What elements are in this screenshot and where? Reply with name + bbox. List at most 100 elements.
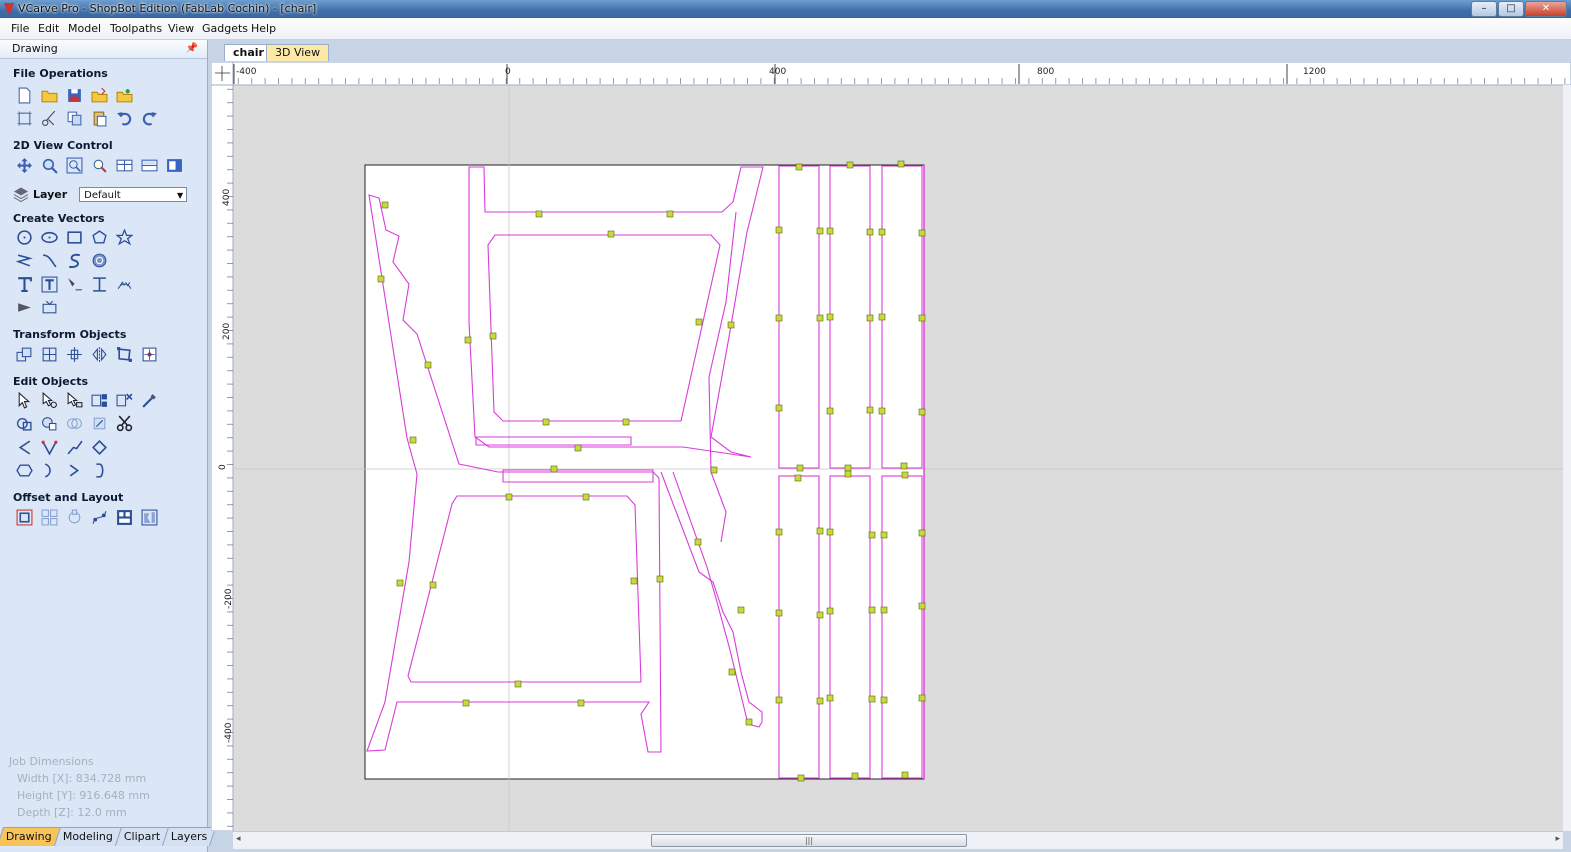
- circle-icon[interactable]: [13, 227, 35, 247]
- trim-icon[interactable]: [113, 413, 135, 433]
- intersect-icon[interactable]: [63, 413, 85, 433]
- menu-help[interactable]: Help: [251, 22, 276, 35]
- polygon-icon[interactable]: [88, 227, 110, 247]
- menu-view[interactable]: View: [168, 22, 194, 35]
- zoom-box-icon[interactable]: [63, 155, 85, 175]
- edit-line-icon[interactable]: [138, 390, 160, 410]
- scroll-right-icon[interactable]: ▸: [1555, 834, 1560, 844]
- save-icon[interactable]: [63, 85, 85, 105]
- zoom-icon[interactable]: [38, 155, 60, 175]
- import-vectors-icon[interactable]: [88, 85, 110, 105]
- tab-drawing[interactable]: Drawing: [0, 827, 61, 846]
- weld-icon[interactable]: [13, 413, 35, 433]
- split-view-icon[interactable]: [113, 155, 135, 175]
- star-icon[interactable]: [113, 227, 135, 247]
- ruler-x-label: 400: [769, 67, 786, 77]
- ruler-y-label: 0: [218, 464, 228, 470]
- subtract-icon[interactable]: [38, 413, 60, 433]
- tab-layers[interactable]: Layers: [162, 827, 217, 846]
- menu-gadgets[interactable]: Gadgets: [202, 22, 248, 35]
- mirror-icon[interactable]: [88, 344, 110, 364]
- panel-title: Drawing: [12, 42, 58, 55]
- copy-icon[interactable]: [63, 108, 85, 128]
- ruler-y-label: -400: [224, 722, 234, 743]
- vertical-scrollbar[interactable]: [1563, 85, 1571, 831]
- offset-vector-icon[interactable]: [13, 460, 35, 480]
- undo-icon[interactable]: [113, 108, 135, 128]
- section-offset-and-layout: Offset and Layout: [13, 491, 124, 504]
- layer-select[interactable]: Default ▼: [79, 186, 188, 202]
- section-transform-objects: Transform Objects: [13, 328, 127, 341]
- fillet-icon[interactable]: [88, 413, 110, 433]
- import-bitmap-icon[interactable]: [113, 85, 135, 105]
- measure-icon[interactable]: [38, 297, 60, 317]
- spiral-icon[interactable]: [88, 250, 110, 270]
- cut-icon[interactable]: [38, 108, 60, 128]
- ungroup-icon[interactable]: [113, 390, 135, 410]
- offset-icon[interactable]: [13, 507, 35, 527]
- maximize-button[interactable]: □: [1498, 1, 1524, 17]
- trace-bitmap-icon[interactable]: [13, 297, 35, 317]
- arc-icon[interactable]: [63, 250, 85, 270]
- job-dimensions: Job Dimensions Width [X]: 834.728 mm Hei…: [9, 753, 150, 821]
- array-icon[interactable]: [38, 507, 60, 527]
- rectangle-icon[interactable]: [63, 227, 85, 247]
- section-create-vectors: Create Vectors: [13, 212, 105, 225]
- bridge-icon[interactable]: [63, 460, 85, 480]
- align-icon[interactable]: [38, 344, 60, 364]
- tab-3d-view[interactable]: 3D View: [266, 44, 330, 61]
- tab-modeling[interactable]: Modeling: [53, 827, 122, 846]
- new-file-icon[interactable]: [13, 85, 35, 105]
- job-depth: Depth [Z]: 12.0 mm: [17, 806, 127, 819]
- menu-file[interactable]: File: [11, 22, 29, 35]
- ellipse-icon[interactable]: [38, 227, 60, 247]
- set-position-icon[interactable]: [138, 344, 160, 364]
- zoom-selection-icon[interactable]: [88, 155, 110, 175]
- job-dimensions-heading: Job Dimensions: [9, 755, 94, 768]
- close-vector-icon[interactable]: [88, 437, 110, 457]
- join-vectors-icon[interactable]: [38, 437, 60, 457]
- close-button[interactable]: ✕: [1525, 1, 1567, 17]
- minimize-button[interactable]: –: [1471, 1, 1497, 17]
- copy-along-vector-icon[interactable]: [88, 507, 110, 527]
- horizontal-scroll-thumb[interactable]: |||: [651, 834, 967, 847]
- polyline-icon[interactable]: [13, 250, 35, 270]
- tab-clipart[interactable]: Clipart: [114, 827, 170, 846]
- curve-icon[interactable]: [38, 250, 60, 270]
- layout-icon[interactable]: [138, 155, 160, 175]
- curve-fit-icon[interactable]: [88, 460, 110, 480]
- menu-toolpaths[interactable]: Toolpaths: [110, 22, 162, 35]
- open-folder-icon[interactable]: [38, 85, 60, 105]
- select-icon[interactable]: [13, 390, 35, 410]
- ruler-x-label: 0: [505, 67, 511, 77]
- group-icon[interactable]: [88, 390, 110, 410]
- interactive-select-icon[interactable]: [63, 390, 85, 410]
- scroll-left-icon[interactable]: ◂: [236, 834, 241, 844]
- text-arc-icon[interactable]: [113, 274, 135, 294]
- text-icon[interactable]: [13, 274, 35, 294]
- autoscale-text-icon[interactable]: [38, 274, 60, 294]
- menu-bar: File Edit Model Toolpaths View Gadgets H…: [0, 18, 1571, 40]
- join-open-icon[interactable]: [13, 437, 35, 457]
- menu-model[interactable]: Model: [68, 22, 101, 35]
- horizontal-scrollbar[interactable]: ◂ ||| ▸: [233, 831, 1563, 849]
- pin-icon[interactable]: 📌: [186, 40, 198, 58]
- distort-icon[interactable]: [113, 344, 135, 364]
- nesting-icon[interactable]: [113, 507, 135, 527]
- smooth-icon[interactable]: [63, 437, 85, 457]
- text-on-curve-icon[interactable]: [63, 274, 85, 294]
- pan-icon[interactable]: [13, 155, 35, 175]
- redo-icon[interactable]: [138, 108, 160, 128]
- node-edit-icon[interactable]: [38, 390, 60, 410]
- circular-array-icon[interactable]: [63, 507, 85, 527]
- nest-parts-icon[interactable]: [138, 507, 160, 527]
- job-setup-icon[interactable]: [13, 108, 35, 128]
- menu-edit[interactable]: Edit: [38, 22, 59, 35]
- view-toggle-icon[interactable]: [163, 155, 185, 175]
- move-icon[interactable]: [13, 344, 35, 364]
- paste-icon[interactable]: [88, 108, 110, 128]
- drawing-canvas[interactable]: -400 0 400 800 1200 400 200 0 -200 -400: [211, 62, 1571, 831]
- dimension-icon[interactable]: [88, 274, 110, 294]
- scale-icon[interactable]: [63, 344, 85, 364]
- extend-icon[interactable]: [38, 460, 60, 480]
